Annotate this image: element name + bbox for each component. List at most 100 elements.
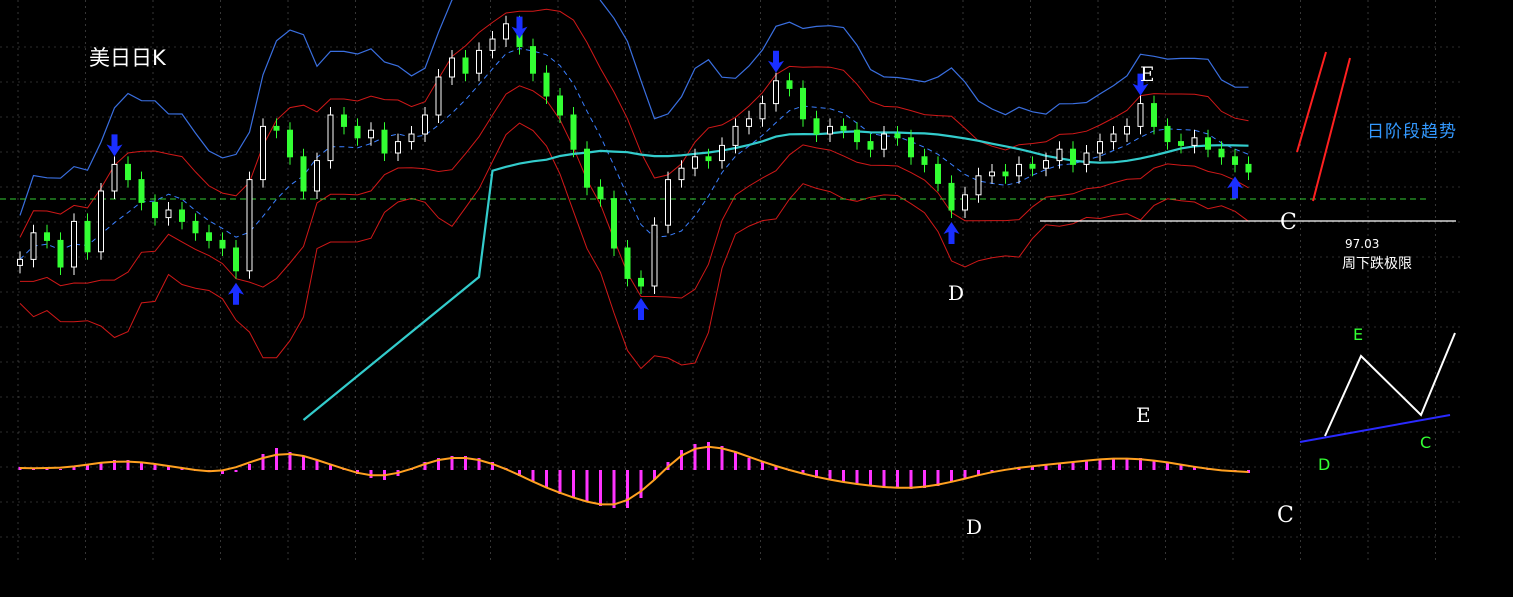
candle-body [300, 156, 307, 192]
candle-body [921, 156, 928, 165]
candle-body [71, 220, 77, 268]
candle-body [1205, 137, 1211, 150]
macd-bar [882, 470, 886, 488]
arrow-down-icon [768, 50, 784, 73]
macd-bar [855, 470, 859, 484]
candle [921, 148, 928, 173]
candle [1178, 133, 1184, 154]
candle [462, 50, 469, 82]
candle [894, 126, 901, 146]
candle-body [98, 190, 104, 253]
candle-body [287, 129, 293, 158]
candle [408, 126, 415, 150]
macd-bar [909, 470, 913, 489]
inset-label-c: C [1420, 433, 1432, 452]
candle [584, 141, 590, 196]
candle [273, 118, 280, 139]
arrow-shape [228, 282, 244, 305]
arrow-shape [633, 298, 649, 320]
candle-body [84, 220, 91, 253]
candle-body [611, 198, 617, 249]
candle-body [503, 23, 509, 40]
candle-body [719, 144, 725, 162]
chart-title: 美日日K [89, 46, 166, 70]
arrow-up-icon [633, 298, 649, 320]
candle-body [1056, 148, 1063, 162]
candle [665, 171, 671, 234]
bollinger-upper-outer [19, 0, 1249, 216]
candle-body [314, 160, 320, 192]
candle-body [1178, 141, 1184, 146]
candle [260, 118, 266, 188]
candle-body [746, 118, 752, 127]
grid [0, 0, 1460, 560]
candle-body [692, 156, 698, 169]
candle-body [152, 201, 158, 219]
candle [597, 179, 604, 207]
candle-body [1164, 125, 1171, 143]
candle [503, 15, 509, 47]
candle-body [44, 232, 50, 241]
candle-body [597, 186, 604, 200]
candle [1029, 156, 1036, 177]
macd-bar [1112, 458, 1115, 470]
bollinger-lower-inner [20, 85, 1249, 299]
arrow-up-icon [943, 222, 960, 244]
candle-body [948, 182, 955, 211]
candle [867, 133, 874, 158]
candle-body [1002, 171, 1009, 177]
candle-body [246, 179, 253, 272]
candle [975, 167, 982, 203]
candle-body [368, 129, 374, 139]
candle-body [800, 87, 806, 120]
trend-label: 日阶段趋势 [1367, 122, 1457, 142]
candle [786, 72, 793, 97]
candle-body [354, 125, 361, 139]
candle-body [233, 247, 239, 272]
candle [948, 175, 955, 218]
candle-body [327, 114, 334, 162]
bollinger-upper-inner [19, 8, 1249, 238]
candle [773, 72, 779, 112]
candle [989, 164, 995, 184]
macd-bar [275, 448, 278, 470]
candle [800, 80, 806, 127]
arrow-up-icon [1227, 176, 1243, 199]
candle-body [975, 175, 982, 196]
candle-body [1218, 148, 1225, 158]
macd-bar [45, 469, 49, 470]
arrow-down-icon [106, 134, 123, 157]
wave-label-c-macd: C [1277, 503, 1294, 528]
macd-bar [585, 470, 589, 502]
candle-body [840, 125, 847, 131]
candle-body [125, 163, 131, 181]
candle-body [867, 141, 874, 150]
candle-body [813, 118, 820, 135]
macd-bar [248, 464, 251, 470]
candle [840, 118, 847, 139]
candle [125, 156, 131, 188]
candle [1124, 118, 1130, 142]
candle-body [827, 125, 833, 135]
macd-bar [86, 465, 89, 470]
macd-bar [234, 470, 238, 472]
macd-bar [896, 470, 899, 488]
candle-body [449, 57, 455, 78]
trend-line-1 [1296, 51, 1327, 153]
macd-bar [1098, 459, 1102, 470]
candle-body [584, 148, 590, 188]
candle-body [854, 129, 860, 143]
inset-label-d: D [1318, 455, 1331, 474]
candle-body [935, 163, 941, 184]
candle [327, 107, 334, 169]
macd-bar [545, 470, 548, 488]
candle [71, 213, 77, 275]
macd-bar [747, 458, 751, 470]
macd-bar [572, 470, 575, 498]
candle-body [192, 220, 199, 234]
price-annotation-value: 97.03 [1345, 237, 1380, 251]
wave-label-d-price: D [948, 281, 965, 305]
candle [111, 156, 118, 199]
candle [395, 133, 401, 161]
arrow-up-icon [228, 282, 244, 305]
